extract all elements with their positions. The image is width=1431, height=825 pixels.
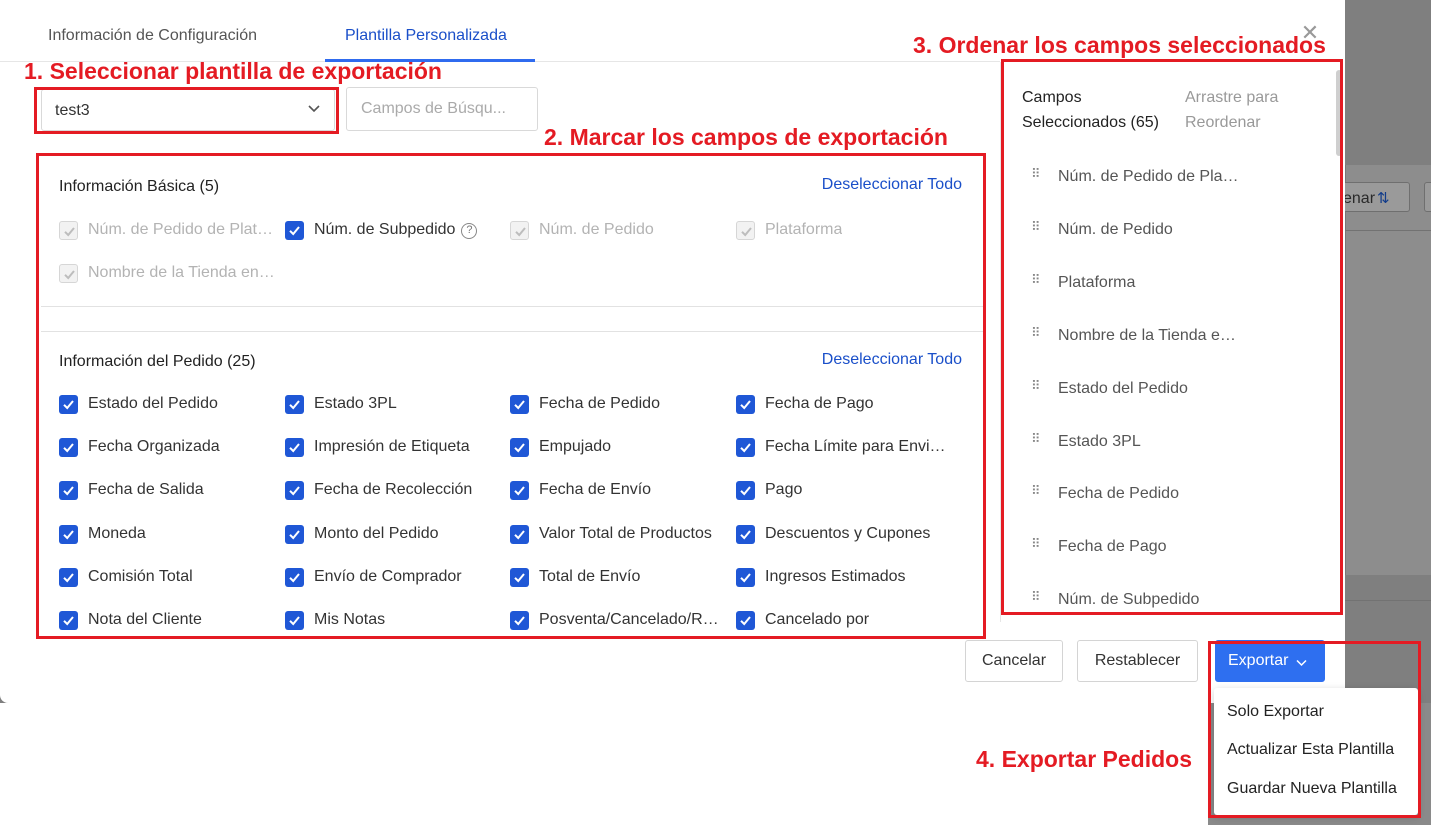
field-search-input[interactable] [346,87,538,131]
background-divider [1345,600,1431,601]
annotation-box-4 [1208,641,1421,818]
tab-custom-template[interactable]: Plantilla Personalizada [345,27,507,45]
background-panel [1345,165,1431,575]
annotation-box-2 [36,153,986,639]
tab-bar: Información de Configuración Plantilla P… [0,0,1000,62]
cancel-button[interactable]: Cancelar [965,640,1063,682]
background-button [1424,182,1431,212]
annotation-box-1 [34,87,339,134]
annotation-step-3: 3. Ordenar los campos seleccionados [913,32,1326,58]
annotation-box-3 [1001,59,1343,615]
annotation-step-4: 4. Exportar Pedidos [976,746,1193,772]
background-sort-button: enar ⇅ [1336,182,1410,212]
background-divider [1345,230,1431,231]
reset-button[interactable]: Restablecer [1077,640,1198,682]
sort-icon: ⇅ [1377,190,1390,207]
annotation-step-2: 2. Marcar los campos de exportación [544,124,948,150]
tab-configuration-info[interactable]: Información de Configuración [48,27,257,45]
annotation-step-1: 1. Seleccionar plantilla de exportación [24,58,442,84]
